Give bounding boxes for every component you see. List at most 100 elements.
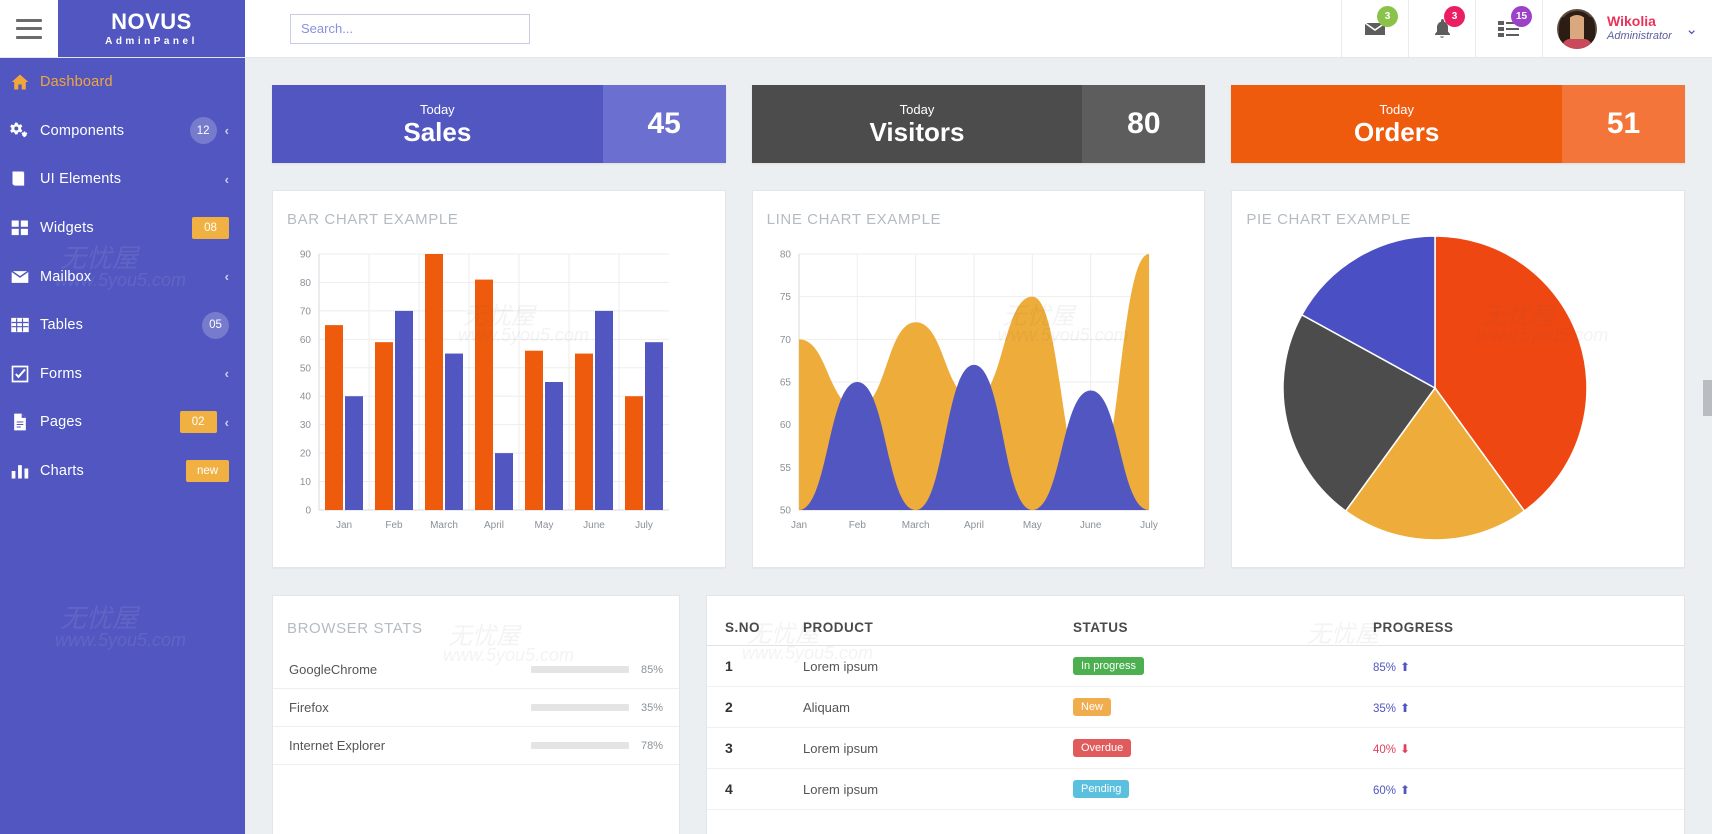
status-badge: In progress <box>1073 657 1145 675</box>
sidebar-item-label: Dashboard <box>40 74 113 91</box>
sidebar-item-right: 05 <box>202 311 229 339</box>
arrow-up-icon: ⬆ <box>1400 700 1411 715</box>
svg-text:30: 30 <box>300 420 312 431</box>
browser-name: Internet Explorer <box>289 738 386 753</box>
bar-chart-panel: BAR CHART EXAMPLE 0 10 20 30 40 50 60 70 80 90 Jan… <box>272 190 726 568</box>
stat-card-sales[interactable]: Today Sales 45 <box>272 85 726 163</box>
chevron-left-icon[interactable]: ‹ <box>225 172 229 187</box>
tasks-button[interactable]: 15 <box>1475 0 1542 57</box>
table-row[interactable]: 4 Lorem ipsum Pending 60% ⬆ <box>707 768 1684 810</box>
sidebar-item-components[interactable]: Components 12 ‹ <box>0 107 245 156</box>
sidebar-item-badge: new <box>186 460 229 483</box>
cell-progress: 85% ⬆ <box>1367 645 1684 687</box>
bar-chart[interactable]: 0 10 20 30 40 50 60 70 80 90 Jan Feb March April May Ju… <box>273 228 679 558</box>
sidebar-item-right: 12 ‹ <box>189 117 229 145</box>
table-row[interactable]: 1 Lorem ipsum In progress 85% ⬆ <box>707 645 1684 687</box>
svg-text:June: June <box>1079 520 1101 531</box>
cell-product: Lorem ipsum <box>797 768 1067 810</box>
sidebar: 无忧屋 www.5you5.com 无忧屋 www.5you5.com Dash… <box>0 58 245 834</box>
sidebar-item-right: ‹ <box>225 172 229 187</box>
main-content: Today Sales 45 Today Visitors 80 Today O… <box>245 58 1712 834</box>
messages-button[interactable]: 3 <box>1341 0 1408 57</box>
browser-percent: 78% <box>640 739 663 752</box>
user-menu[interactable]: Wikolia Administrator ⌄ <box>1542 0 1712 57</box>
user-meta: Wikolia Administrator <box>1607 13 1672 44</box>
sidebar-item-dashboard[interactable]: Dashboard <box>0 58 245 107</box>
chevron-left-icon[interactable]: ‹ <box>225 123 229 138</box>
cell-progress: 40% ⬇ <box>1367 727 1684 769</box>
svg-text:Jan: Jan <box>791 520 807 531</box>
charts-row: BAR CHART EXAMPLE 0 10 20 30 40 50 60 70 80 90 Jan… <box>272 190 1686 568</box>
products-table: S.NO PRODUCT STATUS PROGRESS 1 Lorem ipsu… <box>707 596 1684 810</box>
browser-stat-row: GoogleChrome 85% <box>273 651 679 689</box>
svg-text:March: March <box>430 520 458 531</box>
brand-logo[interactable]: NOVUS AdminPanel <box>58 0 245 57</box>
cell-sno: 2 <box>707 686 797 728</box>
table-row[interactable]: 2 Aliquam New 35% ⬆ <box>707 686 1684 728</box>
progress-value: 60% <box>1373 784 1397 797</box>
stat-card-orders[interactable]: Today Orders 51 <box>1231 85 1686 163</box>
sidebar-item-ui-elements[interactable]: UI Elements ‹ <box>0 155 245 204</box>
sidebar-item-tables[interactable]: Tables 05 <box>0 301 245 350</box>
sidebar-item-label: Components <box>40 122 125 139</box>
cell-status: New <box>1067 686 1367 728</box>
chevron-down-icon[interactable]: ⌄ <box>1685 20 1698 38</box>
search-input[interactable] <box>290 13 530 44</box>
sidebar-toggle-button[interactable] <box>0 0 58 57</box>
cell-sno: 1 <box>707 645 797 687</box>
table-header-row: S.NO PRODUCT STATUS PROGRESS <box>707 596 1684 646</box>
stat-card-orders-value: 51 <box>1562 85 1686 163</box>
browser-percent: 85% <box>640 663 663 676</box>
pie-chart[interactable] <box>1232 228 1638 558</box>
browser-progress-track <box>531 666 629 673</box>
th-sno[interactable]: S.NO <box>707 596 797 646</box>
th-progress[interactable]: PROGRESS <box>1367 596 1684 646</box>
svg-text:90: 90 <box>300 250 312 261</box>
cell-status: In progress <box>1067 645 1367 687</box>
sidebar-item-badge: 05 <box>202 311 229 339</box>
sidebar-item-widgets[interactable]: Widgets 08 <box>0 204 245 253</box>
page-scrollbar-thumb[interactable] <box>1703 380 1712 416</box>
sidebar-item-label: UI Elements <box>40 171 122 188</box>
cell-sno: 4 <box>707 768 797 810</box>
svg-text:July: July <box>635 520 653 531</box>
table-row[interactable]: 3 Lorem ipsum Overdue 40% ⬇ <box>707 727 1684 769</box>
svg-text:June: June <box>583 520 605 531</box>
sidebar-item-pages[interactable]: Pages 02 ‹ <box>0 398 245 447</box>
cell-sno: 3 <box>707 727 797 769</box>
progress-value: 85% <box>1373 661 1397 674</box>
browser-name: Firefox <box>289 700 329 715</box>
chevron-left-icon[interactable]: ‹ <box>225 269 229 284</box>
sidebar-item-forms[interactable]: Forms ‹ <box>0 350 245 399</box>
sidebar-item-label: Charts <box>40 463 84 480</box>
chevron-left-icon[interactable]: ‹ <box>225 366 229 381</box>
browser-stats-title: BROWSER STATS <box>287 620 423 637</box>
tasks-badge: 15 <box>1511 6 1532 27</box>
pie-chart-panel: PIE CHART EXAMPLE 无忧屋 www.5you5.com <box>1231 190 1686 568</box>
line-chart[interactable]: 50 55 60 65 70 75 80 Jan Feb March April May June Jul… <box>753 228 1159 558</box>
th-status[interactable]: STATUS <box>1067 596 1367 646</box>
sidebar-item-right: 02 ‹ <box>179 411 229 434</box>
sidebar-item-mailbox[interactable]: Mailbox ‹ <box>0 252 245 301</box>
stat-card-visitors[interactable]: Today Visitors 80 <box>751 85 1206 163</box>
sidebar-item-label: Widgets <box>40 220 94 237</box>
notifications-button[interactable]: 3 <box>1408 0 1475 57</box>
arrow-up-icon: ⬆ <box>1400 782 1411 797</box>
th-product[interactable]: PRODUCT <box>797 596 1067 646</box>
search-container <box>245 0 530 57</box>
sidebar-item-charts[interactable]: Charts new <box>0 447 245 496</box>
svg-text:20: 20 <box>300 449 312 460</box>
stat-card-orders-label: Orders <box>1354 116 1440 147</box>
chevron-left-icon[interactable]: ‹ <box>225 415 229 430</box>
brand-subtitle: AdminPanel <box>105 35 198 47</box>
svg-text:50: 50 <box>300 363 312 374</box>
user-role: Administrator <box>1607 30 1672 43</box>
svg-text:Feb: Feb <box>848 520 866 531</box>
browser-name: GoogleChrome <box>289 662 378 677</box>
status-badge: Overdue <box>1073 739 1132 757</box>
svg-text:80: 80 <box>780 250 792 261</box>
svg-text:70: 70 <box>300 306 312 317</box>
stat-cards-row: Today Sales 45 Today Visitors 80 Today O… <box>272 85 1686 163</box>
svg-text:80: 80 <box>300 278 312 289</box>
stat-card-visitors-label: Visitors <box>869 116 965 147</box>
